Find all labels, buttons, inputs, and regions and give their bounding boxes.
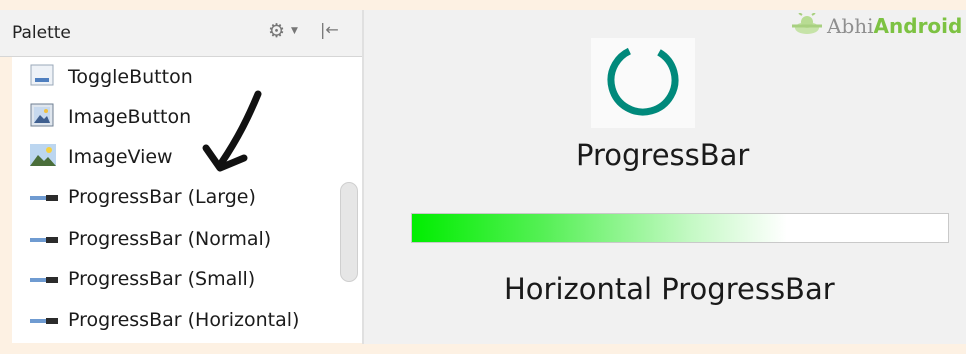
circular-progressbar [607,44,679,116]
image-button-icon [30,103,54,131]
palette-item-label: ImageButton [68,106,192,128]
horizontal-progressbar [411,213,949,243]
palette-item-imageview[interactable]: ImageView [12,137,332,177]
palette-item-label: ProgressBar (Small) [68,268,256,290]
palette-header: Palette ⚙ ▼ |← [0,10,362,57]
arrow-icon [200,88,270,182]
progressbar-label: ProgressBar [576,138,750,172]
palette-item-progressbar-small[interactable]: ProgressBar (Small) [12,259,332,299]
logo-text-android: Android [873,14,963,38]
design-preview: ProgressBar Horizontal ProgressBar [364,10,966,344]
palette-item-progressbar-horizontal[interactable]: ProgressBar (Horizontal) [12,300,332,340]
image-view-icon [30,143,56,171]
palette-title: Palette [12,23,71,43]
progressbar-icon [30,311,58,330]
palette-item-label: ProgressBar (Large) [68,186,256,208]
palette-item-progressbar-normal[interactable]: ProgressBar (Normal) [12,219,332,259]
palette-item-imagebutton[interactable]: ImageButton [12,97,332,137]
progressbar-icon [30,188,58,207]
android-logo-icon [790,12,824,39]
chevron-down-icon[interactable]: ▼ [291,26,298,36]
palette-item-label: ToggleButton [68,66,193,88]
hide-panel-icon[interactable]: |← [320,20,339,39]
horizontal-progressbar-fill [412,214,788,242]
palette-item-label: ImageView [68,146,173,168]
scrollbar-thumb[interactable] [340,182,358,282]
gear-icon[interactable]: ⚙ [268,20,285,42]
palette-list: ToggleButton ImageButton ImageView Progr… [12,57,334,343]
palette-item-progressbar-large[interactable]: ProgressBar (Large) [12,177,332,217]
progressbar-icon [30,270,58,289]
palette-item-label: ProgressBar (Normal) [68,228,272,250]
horizontal-progressbar-label: Horizontal ProgressBar [504,272,835,306]
palette-item-togglebutton[interactable]: ToggleButton [12,57,332,97]
logo-text-abhi: Abhi [827,14,874,38]
palette-panel: Palette ⚙ ▼ |← ToggleButton ImageButton … [0,0,362,354]
palette-item-label: ProgressBar (Horizontal) [68,309,300,331]
abhiandroid-logo: Abhi Android [790,12,962,40]
progressbar-icon [30,230,58,249]
spinner-container [591,38,695,128]
toggle-button-icon [30,63,54,91]
